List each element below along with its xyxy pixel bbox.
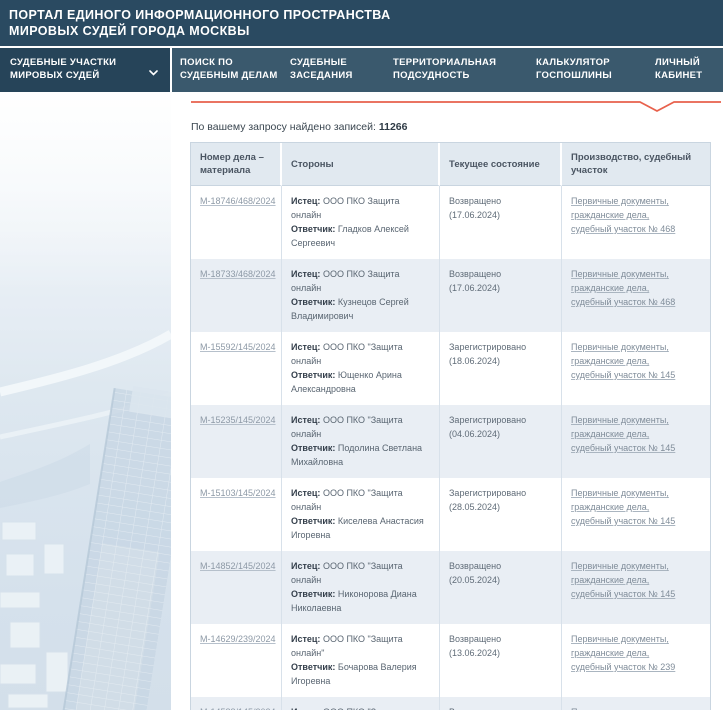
nav-item-case-search[interactable]: ПОИСК ПО СУДЕБНЫМ ДЕЛАМ (172, 48, 282, 92)
case-number-link[interactable]: М-15592/145/2024 (200, 342, 276, 352)
plaintiff-label: Истец: (291, 269, 320, 279)
case-status: Зарегистрировано (18.06.2024) (449, 342, 526, 366)
site-title-line2: МИРОВЫХ СУДЕЙ ГОРОДА МОСКВЫ (9, 23, 713, 39)
nav-item-fee-calculator[interactable]: КАЛЬКУЛЯТОР ГОСПОШЛИНЫ (528, 48, 647, 92)
defendant-label: Ответчик: (291, 516, 335, 526)
results-table-body: М-18746/468/2024 Истец: ООО ПКО Защита о… (191, 186, 710, 710)
case-status: Зарегистрировано (28.05.2024) (449, 488, 526, 512)
nav-label: СУДЕБНЫЕ УЧАСТКИ МИРОВЫХ СУДЕЙ (10, 57, 116, 92)
table-header-row: Номер дела – материала Стороны Текущее с… (191, 143, 710, 186)
portal-page: ПОРТАЛ ЕДИНОГО ИНФОРМАЦИОННОГО ПРОСТРАНС… (0, 0, 723, 710)
table-row: М-15235/145/2024 Истец: ООО ПКО "Защита … (191, 405, 710, 478)
main-nav: СУДЕБНЫЕ УЧАСТКИ МИРОВЫХ СУДЕЙ ПОИСК ПО … (0, 48, 723, 92)
results-count-label: По вашему запросу найдено записей: (191, 121, 376, 133)
nav-item-territorial-jurisdiction[interactable]: ТЕРРИТОРИАЛЬНАЯ ПОДСУДНОСТЬ (385, 48, 528, 92)
defendant-label: Ответчик: (291, 443, 335, 453)
table-row: М-15592/145/2024 Истец: ООО ПКО "Защита … (191, 332, 710, 405)
plaintiff-label: Истец: (291, 561, 320, 571)
results-count-value: 11266 (379, 121, 408, 133)
case-status: Возвращено (20.05.2024) (449, 561, 501, 585)
nav-item-court-sessions[interactable]: СУДЕБНЫЕ ЗАСЕДАНИЯ (282, 48, 385, 92)
site-title-line1: ПОРТАЛ ЕДИНОГО ИНФОРМАЦИОННОГО ПРОСТРАНС… (9, 7, 713, 23)
city-aerial-background-image (0, 92, 171, 710)
column-header-current-status: Текущее состояние (440, 143, 562, 186)
defendant-label: Ответчик: (291, 589, 335, 599)
table-row: М-14588/145/2024 Истец: ООО ПКО "Защита … (191, 697, 710, 710)
production-district-link[interactable]: Первичные документы, гражданские дела, с… (571, 634, 675, 672)
case-status: Возвращено (13.06.2024) (449, 634, 501, 658)
case-number-link[interactable]: М-14852/145/2024 (200, 561, 276, 571)
table-row: М-18746/468/2024 Истец: ООО ПКО Защита о… (191, 186, 710, 259)
results-table: Номер дела – материала Стороны Текущее с… (190, 142, 711, 710)
production-district-link[interactable]: Первичные документы, гражданские дела, с… (571, 269, 675, 307)
case-status: Возвращено (17.06.2024) (449, 269, 501, 293)
case-number-link[interactable]: М-15103/145/2024 (200, 488, 276, 498)
defendant-label: Ответчик: (291, 297, 335, 307)
defendant-label: Ответчик: (291, 662, 335, 672)
table-row: М-14629/239/2024 Истец: ООО ПКО "Защита … (191, 624, 710, 697)
plaintiff-label: Истец: (291, 196, 320, 206)
case-number-link[interactable]: М-18746/468/2024 (200, 196, 276, 206)
case-number-link[interactable]: М-18733/468/2024 (200, 269, 276, 279)
table-row: М-15103/145/2024 Истец: ООО ПКО "Защита … (191, 478, 710, 551)
site-header: ПОРТАЛ ЕДИНОГО ИНФОРМАЦИОННОГО ПРОСТРАНС… (0, 0, 723, 46)
results-count-line: По вашему запросу найдено записей: 11266 (191, 121, 723, 133)
plaintiff-label: Истец: (291, 634, 320, 644)
case-status: Зарегистрировано (04.06.2024) (449, 415, 526, 439)
defendant-label: Ответчик: (291, 370, 335, 380)
production-district-link[interactable]: Первичные документы, гражданские дела, с… (571, 342, 675, 380)
production-district-link[interactable]: Первичные документы, гражданские дела, с… (571, 196, 675, 234)
table-row: М-14852/145/2024 Истец: ООО ПКО "Защита … (191, 551, 710, 624)
production-district-link[interactable]: Первичные документы, гражданские дела, с… (571, 561, 675, 599)
production-district-link[interactable]: Первичные документы, гражданские дела, с… (571, 488, 675, 526)
production-district-link[interactable]: Первичные документы, гражданские дела, с… (571, 415, 675, 453)
case-number-link[interactable]: М-15235/145/2024 (200, 415, 276, 425)
search-results-section: По вашему запросу найдено записей: 11266… (190, 92, 723, 710)
defendant-label: Ответчик: (291, 224, 335, 234)
table-row: М-18733/468/2024 Истец: ООО ПКО Защита о… (191, 259, 710, 332)
case-status: Возвращено (17.06.2024) (449, 196, 501, 220)
plaintiff-label: Истец: (291, 415, 320, 425)
case-number-link[interactable]: М-14629/239/2024 (200, 634, 276, 644)
active-tab-accent-line (190, 100, 723, 114)
column-header-case-number: Номер дела – материала (191, 143, 282, 186)
column-header-production-district: Производство, судебный участок (562, 143, 710, 186)
plaintiff-label: Истец: (291, 342, 320, 352)
nav-item-court-districts[interactable]: СУДЕБНЫЕ УЧАСТКИ МИРОВЫХ СУДЕЙ (0, 48, 170, 92)
chevron-down-icon (149, 68, 158, 92)
nav-item-personal-account[interactable]: ЛИЧНЫЙ КАБИНЕТ (647, 48, 723, 92)
plaintiff-label: Истец: (291, 488, 320, 498)
column-header-parties: Стороны (282, 143, 440, 186)
